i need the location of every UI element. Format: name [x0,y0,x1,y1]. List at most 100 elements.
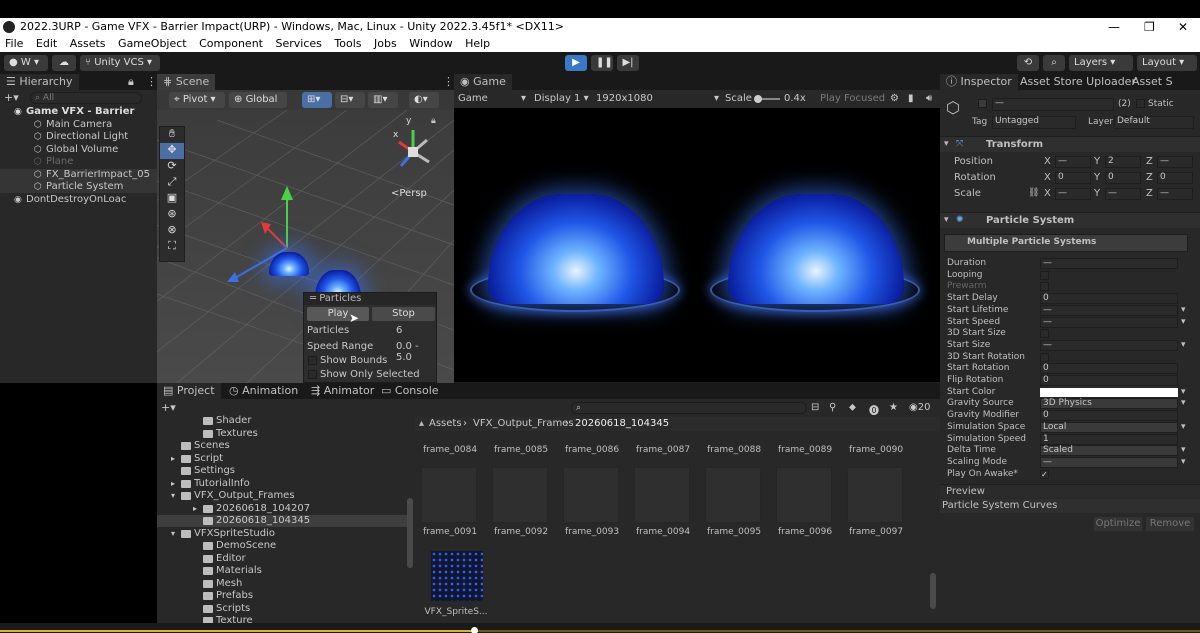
particle-foldout-icon[interactable]: ▾ [944,215,949,226]
game-settings-icon[interactable]: ⚙ [890,90,899,108]
ps-row-checkbox[interactable]: ✓ [1040,469,1049,479]
game-mode-dropdown[interactable]: Game ▾ [458,90,526,108]
tab-animator[interactable]: ⇶ Animator [305,383,380,399]
folder-item[interactable]: DemoScene [157,540,407,552]
breadcrumb-assets[interactable]: Assets [429,417,462,431]
ps-row-field[interactable]: 1 [1040,433,1178,445]
transform-header[interactable]: ▾ ⤧ Transform [940,136,1200,152]
warning-icon[interactable]: ⓿ [869,402,879,417]
resolution-dropdown[interactable]: 1920x1080 ▾ [596,90,719,108]
chevron-down-icon[interactable]: ▾ [1181,305,1186,316]
hierarchy-item[interactable]: ⬡ Directional Light [0,131,157,143]
folder-item[interactable]: ▾ VFX_Output_Frames [157,490,407,502]
pivot-dropdown[interactable]: ⌖ Pivot ▾ [169,92,225,108]
folder-item[interactable]: Mesh [157,578,407,590]
asset-label[interactable]: frame_0095 [699,527,769,537]
hierarchy-item[interactable]: ⬡ Global Volume [0,144,157,156]
transform-y-field[interactable]: — [1105,188,1141,200]
folder-expand-icon[interactable]: ▸ [171,478,175,490]
menu-component[interactable]: Component [199,37,263,50]
menu-window[interactable]: Window [409,37,452,50]
asset-label[interactable]: VFX_SpriteS... [421,607,491,617]
gameobject-name-field[interactable]: — [992,98,1114,111]
menu-file[interactable]: File [5,37,23,50]
vcs-button[interactable]: ⑂ Unity VCS ▾ [80,55,160,71]
asset-label[interactable]: frame_0091 [415,527,485,537]
project-add-icon[interactable]: +▾ [161,401,176,414]
more-icon[interactable]: ⋮ [146,74,157,90]
transform-x-field[interactable]: — [1055,188,1091,200]
chevron-down-icon[interactable]: ▾ [1181,317,1186,328]
close-button[interactable]: ✕ [1178,18,1188,36]
menu-assets[interactable]: Assets [70,37,106,50]
menu-help[interactable]: Help [465,37,490,50]
preview-header[interactable]: Preview [940,484,1200,498]
folder-expand-icon[interactable]: ▸ [171,453,175,465]
hierarchy-item[interactable]: ⬡ Main Camera [0,119,157,131]
hierarchy-item[interactable]: ⬡ FX_BarrierImpact_05 [0,168,157,181]
sprite-sheet-thumbnail[interactable] [431,551,483,601]
folder-item[interactable]: Scenes [157,440,407,452]
asset-label[interactable]: frame_0096 [770,527,840,537]
ps-row-field[interactable]: 3D Physics [1040,398,1178,410]
game-audio-icon[interactable]: 🔊︎ [926,90,932,108]
ps-row-field[interactable]: Scaled [1040,445,1178,457]
breadcrumb-current[interactable]: 20260618_104345 [575,417,669,431]
asset-label[interactable]: frame_0089 [770,445,840,455]
tab-animation[interactable]: ◷ Animation [223,383,304,399]
hand-tool-icon[interactable]: ✋︎ [160,127,184,143]
asset-label[interactable]: frame_0086 [557,445,627,455]
layer-dropdown[interactable]: Default [1114,116,1194,129]
particles-stop-button[interactable]: Stop [372,307,435,321]
optimize-button[interactable]: Optimize [1094,517,1142,531]
particle-system-header[interactable]: ▾ ✺ Particle System [940,212,1200,228]
menu-jobs[interactable]: Jobs [374,37,397,50]
ps-row-field[interactable]: — [1040,258,1178,269]
ps-row-checkbox[interactable] [1040,270,1049,280]
static-checkbox[interactable] [1136,99,1145,108]
breadcrumb-vfx-output-frames[interactable]: VFX_Output_Frames [473,417,574,431]
show-selected-checkbox[interactable] [308,370,317,379]
ps-row-field[interactable]: 0 [1040,363,1178,375]
folder-item[interactable]: Shader [157,415,407,427]
transform-z-field[interactable]: 0 [1157,172,1193,184]
ps-row-field[interactable]: — [1040,304,1178,316]
display-dropdown[interactable]: Display 1 ▾ [534,90,589,108]
hidden-count-icon[interactable]: ◉20 [909,402,930,413]
cloud-icon[interactable]: ☁ [52,55,76,71]
remove-button[interactable]: Remove [1146,517,1194,531]
maximize-button[interactable]: ❐ [1144,18,1155,36]
transform-x-field[interactable]: — [1055,156,1091,168]
move-tool-icon[interactable]: ✥ [160,143,184,159]
tab-asset-s[interactable]: Asset S [1126,74,1179,90]
asset-label[interactable]: frame_0087 [628,445,698,455]
chevron-down-icon[interactable]: ▾ [1181,445,1186,456]
transform-z-field[interactable]: — [1157,156,1193,168]
hierarchy-search-input[interactable]: ⌕ All [30,92,142,104]
account-button[interactable]: ● W ▾ [4,55,48,71]
asset-thumbnail[interactable] [776,467,832,523]
rotate-tool-icon[interactable]: ⟳ [160,159,184,175]
multiple-particle-systems-bar[interactable]: Multiple Particle Systems [944,234,1188,252]
game-stats-icon[interactable]: ▮ [908,90,914,108]
active-checkbox[interactable] [978,99,987,108]
persp-label[interactable]: <Persp [391,188,427,199]
tab-inspector[interactable]: ⓘ Inspector [940,74,1018,90]
folder-item[interactable]: ▸ TutorialInfo [157,478,407,490]
chevron-down-icon[interactable]: ▾ [1181,340,1186,351]
snap-icon[interactable]: ⊟▾ [335,92,365,108]
hierarchy-item[interactable]: ◉ Game VFX - Barrier [0,106,157,118]
asset-thumbnail[interactable] [492,467,548,523]
tab-game[interactable]: ◉ Game [454,74,512,90]
scale-tool-icon[interactable]: ⤢ [160,175,184,191]
start-color-swatch[interactable] [1040,387,1178,397]
asset-label[interactable]: frame_0085 [486,445,556,455]
ps-row-checkbox[interactable] [1040,282,1049,292]
folder-item[interactable]: 20260618_104345 [157,515,407,527]
tab-hierarchy[interactable]: ☰ Hierarchy [0,74,79,90]
ps-row-checkbox[interactable] [1040,329,1049,339]
transform-y-field[interactable]: 0 [1105,172,1141,184]
folder-item[interactable]: ▾ VFXSpriteStudio [157,528,407,540]
ps-row-field[interactable]: — [1040,316,1178,328]
folder-item[interactable]: Prefabs [157,590,407,602]
